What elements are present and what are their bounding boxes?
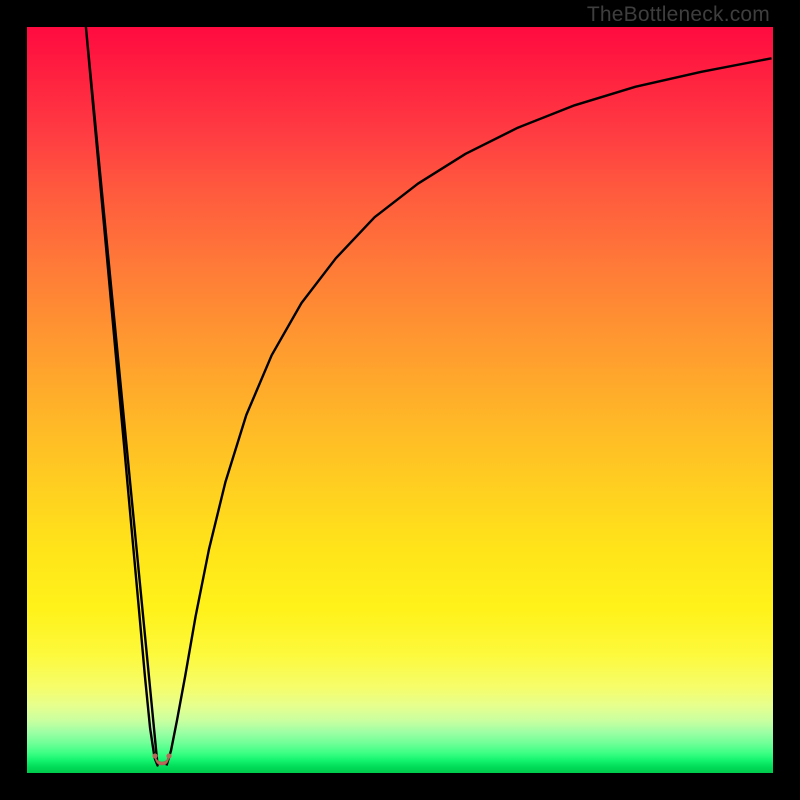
bottleneck-curve: [27, 27, 773, 773]
watermark-text: TheBottleneck.com: [587, 3, 770, 27]
plot-area: [27, 27, 773, 773]
chart-frame: TheBottleneck.com: [0, 0, 800, 800]
